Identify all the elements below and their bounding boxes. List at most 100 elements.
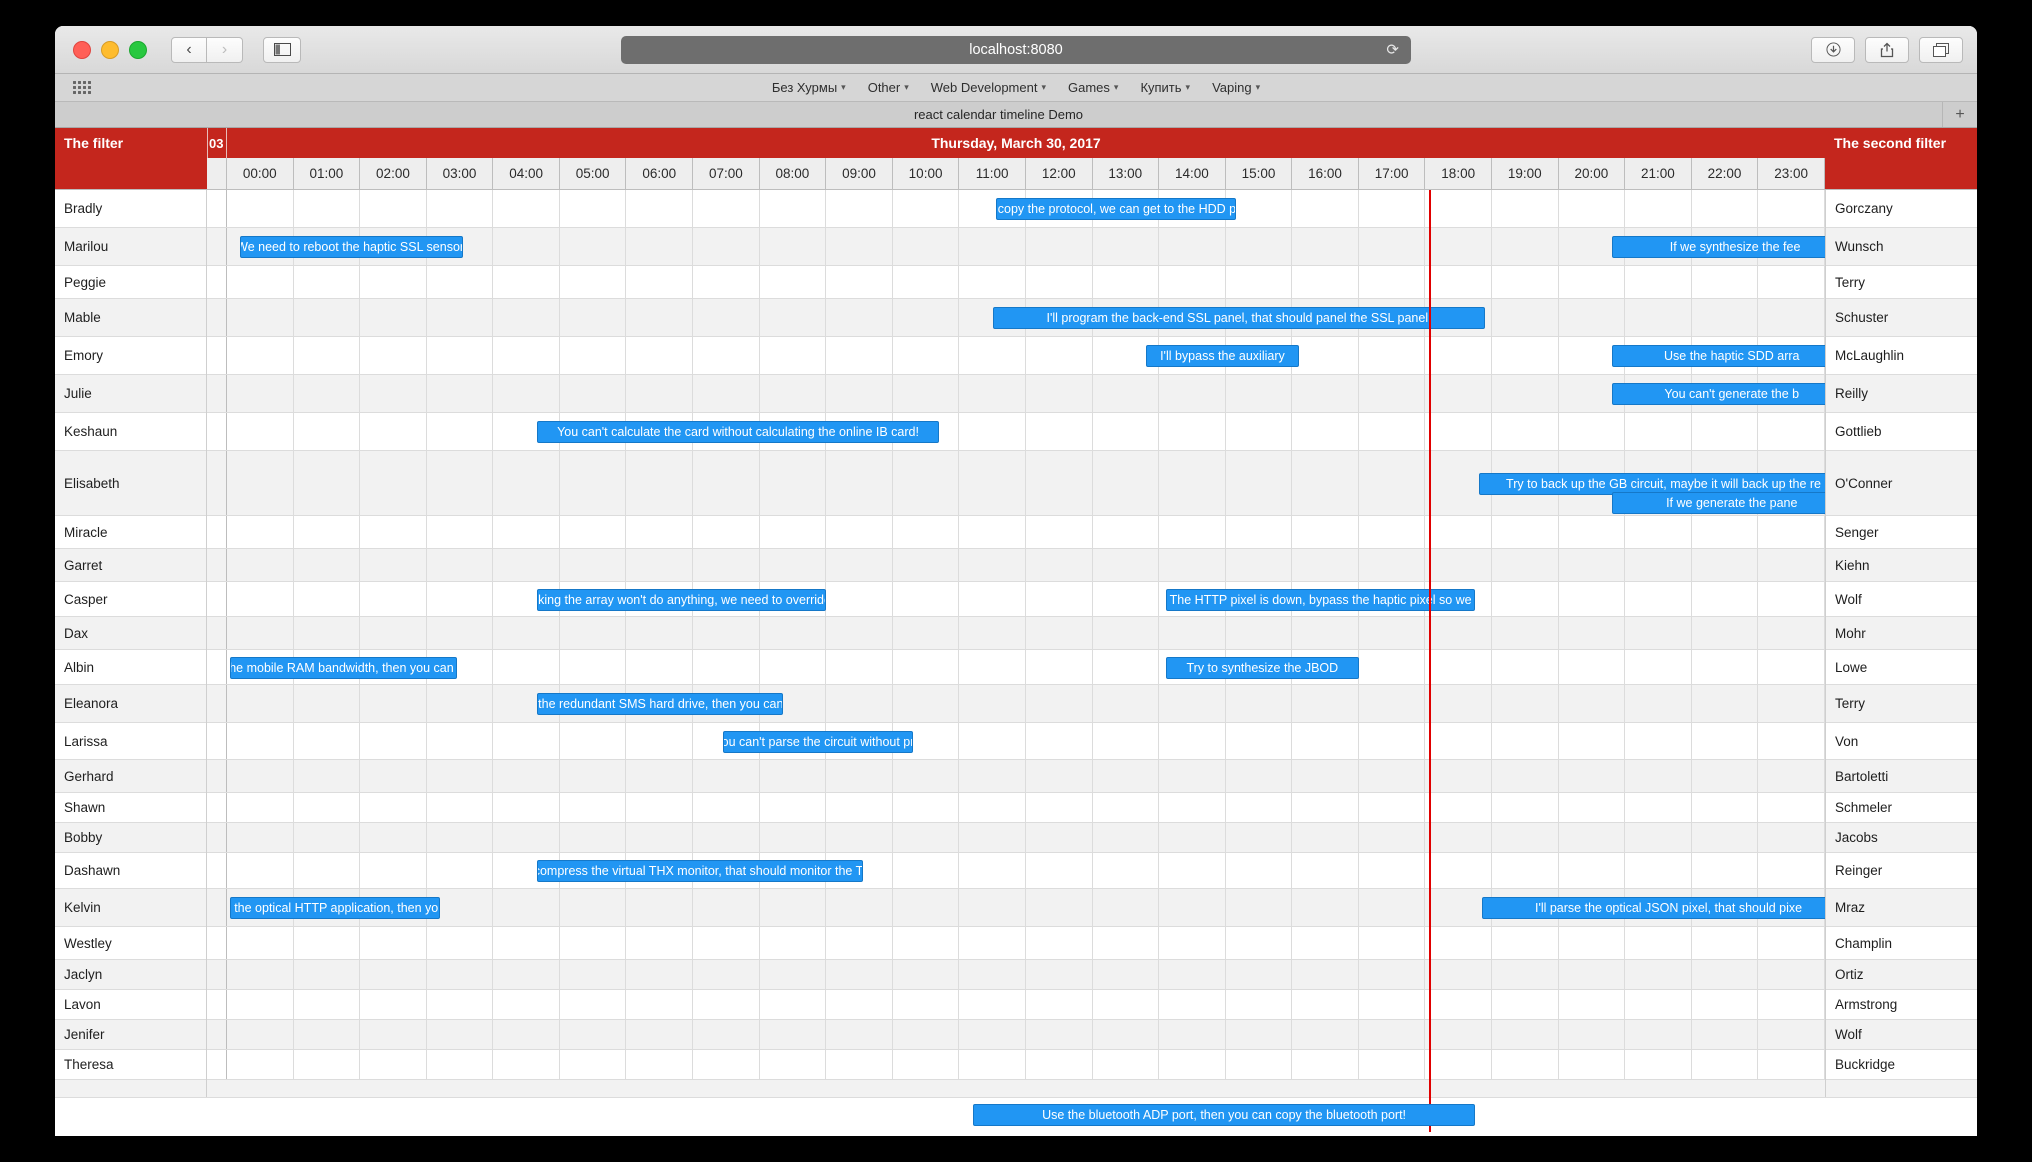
timeline-cell[interactable] [893, 685, 960, 722]
timeline-cell[interactable] [826, 451, 893, 515]
timeline-cell[interactable] [1359, 853, 1426, 888]
left-filter-cell[interactable]: Bradly [55, 190, 206, 228]
timeline-cell[interactable] [227, 582, 294, 616]
timeline-cell[interactable] [1559, 990, 1626, 1019]
timeline-cell[interactable] [760, 617, 827, 649]
timeline-cell[interactable] [1026, 650, 1093, 684]
timeline-cell[interactable] [826, 228, 893, 265]
timeline-cell[interactable] [360, 266, 427, 298]
timeline-cell[interactable] [1093, 549, 1160, 581]
timeline-cell[interactable] [1292, 266, 1359, 298]
timeline-cell[interactable] [1292, 760, 1359, 792]
timeline-cell[interactable] [826, 927, 893, 959]
address-bar[interactable]: localhost:8080 ⟳ [621, 35, 1411, 64]
timeline-cell[interactable] [294, 990, 361, 1019]
timeline-cell[interactable] [1559, 190, 1626, 227]
timeline-cell[interactable] [959, 337, 1026, 374]
timeline-cell[interactable] [826, 549, 893, 581]
timeline-cell[interactable] [1026, 685, 1093, 722]
timeline-cell[interactable] [1159, 375, 1226, 412]
timeline-cell[interactable] [1026, 1050, 1093, 1079]
left-filter-cell[interactable]: Bobby [55, 823, 206, 853]
timeline-cell[interactable] [1758, 990, 1825, 1019]
timeline-cell[interactable] [227, 685, 294, 722]
timeline-cell[interactable] [626, 228, 694, 265]
timeline-cell[interactable] [360, 760, 427, 792]
timeline-cell[interactable] [493, 723, 560, 759]
timeline-cell[interactable] [693, 549, 760, 581]
timeline-cell[interactable] [693, 650, 760, 684]
timeline-cell[interactable] [294, 375, 361, 412]
timeline-cell[interactable] [1159, 228, 1226, 265]
timeline-cell[interactable] [959, 516, 1026, 548]
timeline-cell[interactable] [493, 1050, 560, 1079]
timeline-cell[interactable] [427, 793, 494, 822]
timeline-cell[interactable] [1492, 299, 1559, 336]
timeline-cell[interactable] [826, 299, 893, 336]
timeline-cell[interactable] [360, 685, 427, 722]
bookmark-folder-bez-hurmy[interactable]: Без Хурмы ▾ [772, 80, 846, 95]
right-filter-cell[interactable]: O'Conner [1826, 451, 1977, 516]
timeline-cell[interactable] [560, 190, 627, 227]
timeline-cell[interactable] [227, 516, 294, 548]
left-filter-cell[interactable]: Jenifer [55, 1020, 206, 1050]
timeline-cell[interactable] [560, 927, 627, 959]
timeline-cell[interactable] [1492, 1020, 1559, 1049]
timeline-cell[interactable] [1159, 723, 1226, 759]
timeline-cell[interactable] [1026, 337, 1093, 374]
timeline-cell[interactable] [560, 375, 627, 412]
right-filter-column[interactable]: Gorczany Wunsch Terry Schuster McLaughlin Rei… [1825, 190, 1977, 1099]
timeline-cell[interactable] [1425, 1050, 1492, 1079]
timeline-cell[interactable] [560, 960, 627, 989]
timeline-cell[interactable] [626, 823, 694, 852]
timeline-cell[interactable] [427, 723, 494, 759]
left-filter-cell[interactable]: Westley [55, 927, 206, 960]
timeline-cell[interactable] [959, 793, 1026, 822]
timeline-cell[interactable] [427, 823, 494, 852]
timeline-cell[interactable] [294, 823, 361, 852]
timeline-cell[interactable] [1359, 451, 1426, 515]
timeline-event[interactable]: You can't generate the b [1611, 383, 1825, 405]
timeline-cell[interactable] [959, 823, 1026, 852]
timeline-cell[interactable] [227, 375, 294, 412]
timeline-row[interactable] [207, 375, 1825, 413]
timeline-cell[interactable] [1692, 927, 1759, 959]
timeline-cell[interactable] [294, 723, 361, 759]
left-filter-cell[interactable]: Marilou [55, 228, 206, 266]
timeline-cell[interactable] [1625, 990, 1692, 1019]
timeline-cell[interactable] [1492, 960, 1559, 989]
timeline-cell[interactable] [826, 266, 893, 298]
timeline-cell[interactable] [626, 960, 694, 989]
timeline-cell[interactable] [1292, 685, 1359, 722]
timeline-cell[interactable] [560, 617, 627, 649]
timeline-cell[interactable] [1758, 190, 1825, 227]
timeline-cell[interactable] [493, 375, 560, 412]
timeline-cell[interactable] [560, 823, 627, 852]
timeline-cell[interactable] [959, 582, 1026, 616]
timeline-cell[interactable] [1758, 617, 1825, 649]
right-filter-cell[interactable]: Wolf [1826, 1020, 1977, 1050]
right-filter-cell[interactable]: Terry [1826, 266, 1977, 299]
timeline-cell[interactable] [693, 990, 760, 1019]
timeline-cell[interactable] [626, 266, 694, 298]
right-filter-cell[interactable]: Von [1826, 723, 1977, 760]
right-filter-cell[interactable]: Gorczany [1826, 190, 1977, 228]
timeline-cell[interactable] [1026, 960, 1093, 989]
timeline-cell[interactable] [1425, 617, 1492, 649]
timeline-cell[interactable] [227, 451, 294, 515]
timeline-cell[interactable] [1625, 793, 1692, 822]
timeline-cell[interactable] [227, 617, 294, 649]
timeline-cell[interactable] [360, 1050, 427, 1079]
timeline-cell[interactable] [1692, 793, 1759, 822]
sidebar-toggle-button[interactable] [263, 36, 301, 63]
tab-overview-button[interactable] [1919, 36, 1963, 63]
timeline-cell[interactable] [360, 853, 427, 888]
timeline-cell[interactable] [1692, 723, 1759, 759]
timeline-cell[interactable] [1492, 650, 1559, 684]
timeline-cell[interactable] [427, 685, 494, 722]
timeline-cell[interactable] [1625, 960, 1692, 989]
timeline-cell[interactable] [893, 617, 960, 649]
timeline-cell[interactable] [1559, 549, 1626, 581]
timeline-cell[interactable] [1159, 960, 1226, 989]
timeline-cell[interactable] [1492, 582, 1559, 616]
